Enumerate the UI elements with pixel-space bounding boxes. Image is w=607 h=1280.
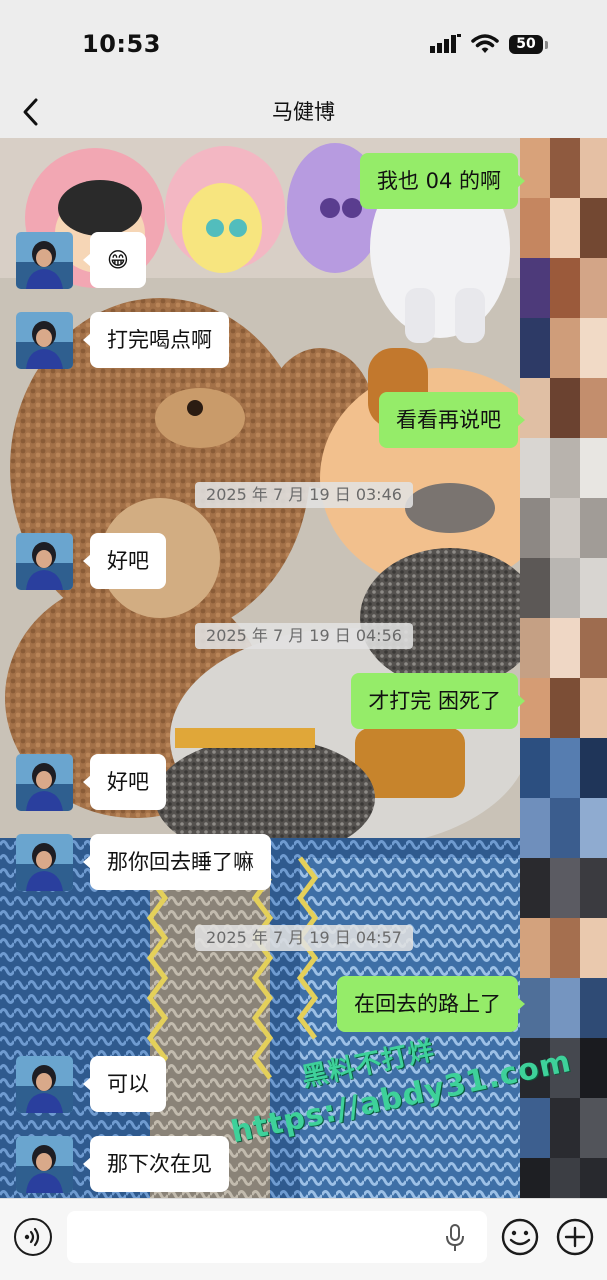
message-timestamp: 2025 年 7 月 19 日 03:46 [195, 482, 413, 508]
chat-title: 马健博 [272, 100, 335, 124]
status-bar: 10:53 50 [0, 0, 607, 88]
contact-avatar[interactable] [16, 1136, 73, 1193]
contact-avatar[interactable] [16, 754, 73, 811]
incoming-message[interactable]: 那你回去睡了嘛 [83, 834, 271, 890]
battery-icon: 50 [509, 35, 543, 54]
contact-avatar[interactable] [16, 1056, 73, 1113]
incoming-message[interactable]: 😁 [83, 232, 146, 288]
contact-avatar[interactable] [16, 533, 73, 590]
incoming-message[interactable]: 好吧 [83, 533, 166, 589]
outgoing-message[interactable]: 在回去的路上了 [337, 976, 525, 1032]
wifi-icon [471, 34, 499, 53]
chat-background-photo [0, 138, 607, 1198]
emoji-icon[interactable] [500, 1217, 540, 1257]
microphone-icon[interactable] [444, 1223, 466, 1253]
signal-icon [430, 34, 461, 53]
input-bar [0, 1198, 607, 1280]
contact-avatar[interactable] [16, 232, 73, 289]
nav-bar: 马健博 [0, 88, 607, 138]
chat-screen: 10:53 50 马健博 我也 04 的啊 😁 打完喝点啊 看看再说吧 2025… [0, 0, 607, 1280]
plus-icon[interactable] [555, 1217, 595, 1257]
outgoing-message[interactable]: 我也 04 的啊 [359, 153, 526, 209]
incoming-message[interactable]: 可以 [83, 1056, 166, 1112]
incoming-message[interactable]: 那下次在见 [83, 1136, 229, 1192]
outgoing-message[interactable]: 看看再说吧 [379, 392, 525, 448]
incoming-message[interactable]: 打完喝点啊 [83, 312, 229, 368]
voice-icon[interactable] [14, 1218, 52, 1256]
message-list[interactable]: 我也 04 的啊 😁 打完喝点啊 看看再说吧 2025 年 7 月 19 日 0… [0, 138, 607, 1198]
contact-avatar[interactable] [16, 834, 73, 891]
incoming-message[interactable]: 好吧 [83, 754, 166, 810]
outgoing-message[interactable]: 才打完 困死了 [351, 673, 525, 729]
message-timestamp: 2025 年 7 月 19 日 04:56 [195, 623, 413, 649]
mosaic-blur [520, 138, 607, 1198]
status-time: 10:53 [82, 30, 161, 58]
message-timestamp: 2025 年 7 月 19 日 04:57 [195, 925, 413, 951]
contact-avatar[interactable] [16, 312, 73, 369]
battery-cap [545, 41, 548, 49]
message-input[interactable] [67, 1211, 487, 1263]
